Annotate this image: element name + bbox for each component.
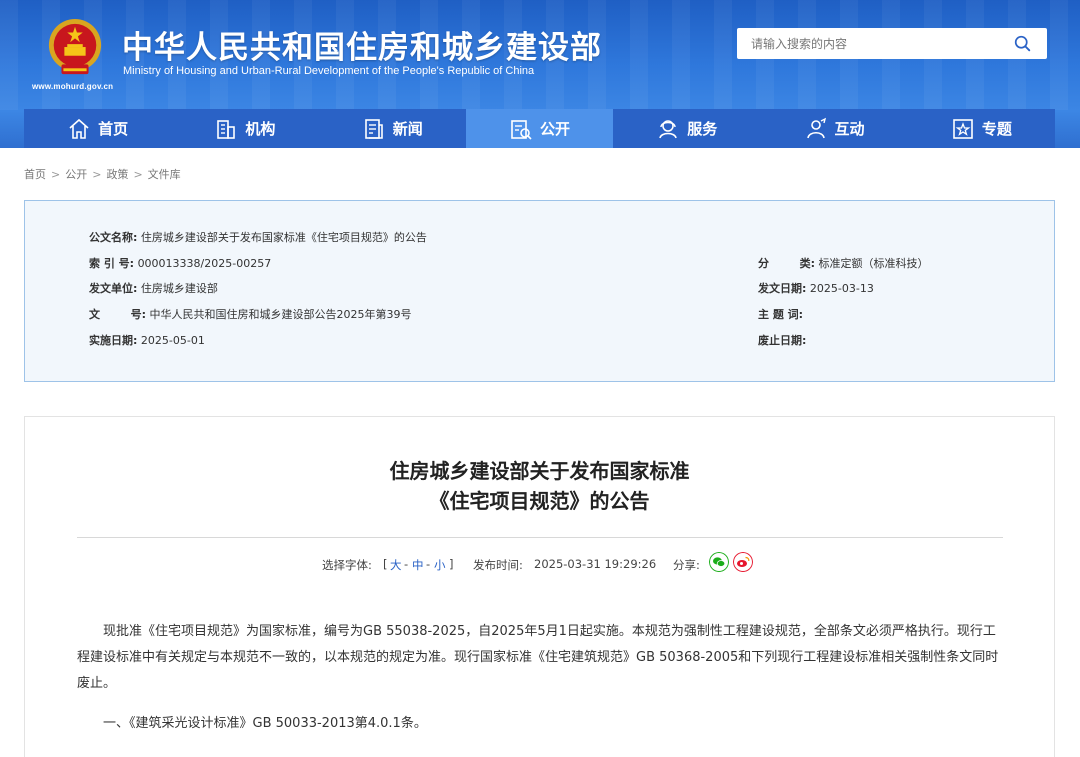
breadcrumb-file-library[interactable]: 文件库 <box>148 168 181 181</box>
breadcrumb-disclosure[interactable]: 公开 <box>65 168 87 181</box>
bracket-open: [ <box>383 557 388 571</box>
site-url: www.mohurd.gov.cn <box>32 82 114 91</box>
nav-label: 首页 <box>98 120 129 138</box>
info-issuer: 发文单位: 住房城乡建设部 <box>89 280 218 296</box>
weibo-share-icon[interactable] <box>733 552 753 572</box>
breadcrumb-policy[interactable]: 政策 <box>106 168 128 181</box>
info-category: 分 类: 标准定额（标准科技） <box>758 255 929 271</box>
topic-icon <box>953 118 973 139</box>
interaction-icon <box>806 117 826 138</box>
share-label: 分享: <box>673 558 700 572</box>
nav-label: 机构 <box>245 120 276 138</box>
wechat-share-icon[interactable] <box>709 552 729 572</box>
nav-item-topic[interactable]: 专题 <box>908 109 1055 148</box>
article-divider <box>77 537 1003 538</box>
info-abolish-date: 废止日期: <box>758 332 806 348</box>
breadcrumb-separator-icon: > <box>92 168 102 181</box>
nav-item-interaction[interactable]: 互动 <box>760 109 907 148</box>
font-dash: - <box>426 557 431 571</box>
info-effective-date: 实施日期: 2025-05-01 <box>89 332 205 348</box>
article-title-line2: 《住宅项目规范》的公告 <box>429 489 650 513</box>
info-value: 2025-03-13 <box>809 282 874 295</box>
service-icon <box>659 119 678 138</box>
info-value: 000013338/2025-00257 <box>137 257 272 270</box>
nav-item-news[interactable]: 新闻 <box>319 109 466 148</box>
nav-label: 专题 <box>981 120 1012 138</box>
info-value: 住房城乡建设部关于发布国家标准《住宅项目规范》的公告 <box>140 231 427 244</box>
info-doc-name: 公文名称: 住房城乡建设部关于发布国家标准《住宅项目规范》的公告 <box>89 229 427 245</box>
breadcrumb-separator-icon: > <box>133 168 143 181</box>
home-icon <box>69 118 89 139</box>
article-paragraph: 一、《建筑采光设计标准》GB 50033-2013第4.0.1条。 <box>103 716 427 731</box>
bracket-close: ] <box>449 557 454 571</box>
article-panel: 住房城乡建设部关于发布国家标准 《住宅项目规范》的公告 选择字体: [ 大 - … <box>24 416 1055 757</box>
nav-label: 公开 <box>539 120 570 138</box>
info-label: 文 号: <box>89 308 147 321</box>
info-label: 主 题 词: <box>758 308 804 321</box>
info-label: 索 引 号: <box>89 257 135 270</box>
info-value: 住房城乡建设部 <box>140 282 218 295</box>
info-label: 实施日期: <box>89 334 138 347</box>
breadcrumb: 首页 > 公开 > 政策 > 文件库 <box>24 166 181 182</box>
news-icon <box>364 118 383 139</box>
font-dash: - <box>404 557 409 571</box>
info-keywords: 主 题 词: <box>758 306 803 322</box>
search-input[interactable] <box>737 28 1011 59</box>
info-index: 索 引 号: 000013338/2025-00257 <box>89 255 271 271</box>
info-label: 公文名称: <box>89 231 138 244</box>
publish-time: 2025-03-31 19:29:26 <box>534 557 657 571</box>
site-subtitle: Ministry of Housing and Urban-Rural Deve… <box>123 65 535 77</box>
search-icon[interactable] <box>1014 35 1031 52</box>
font-size-label: 选择字体: <box>322 558 372 572</box>
search-box <box>737 28 1047 59</box>
breadcrumb-home[interactable]: 首页 <box>24 168 46 181</box>
info-label: 废止日期: <box>758 334 807 347</box>
breadcrumb-separator-icon: > <box>51 168 61 181</box>
nav-label: 互动 <box>834 120 865 138</box>
disclosure-icon <box>511 119 532 140</box>
font-small-link[interactable]: 小 <box>434 557 446 573</box>
document-info-panel: 公文名称: 住房城乡建设部关于发布国家标准《住宅项目规范》的公告 索 引 号: … <box>24 200 1055 382</box>
site-title[interactable]: 中华人民共和国住房和城乡建设部 <box>122 22 602 67</box>
nav-label: 服务 <box>687 120 718 138</box>
info-label: 发文日期: <box>758 282 807 295</box>
national-emblem-icon[interactable] <box>46 18 104 78</box>
nav-item-disclosure[interactable]: 公开 <box>465 109 614 148</box>
info-value: 2025-05-01 <box>140 334 205 347</box>
publish-time-label: 发布时间: <box>473 558 523 572</box>
font-large-link[interactable]: 大 <box>390 557 402 573</box>
nav-item-organization[interactable]: 机构 <box>171 109 318 148</box>
nav-label: 新闻 <box>392 120 423 138</box>
nav-item-home[interactable]: 首页 <box>24 109 171 148</box>
info-label: 发文单位: <box>89 282 138 295</box>
font-medium-link[interactable]: 中 <box>412 557 424 573</box>
info-label: 分 类: <box>758 257 816 270</box>
info-value: 标准定额（标准科技） <box>818 257 929 270</box>
article-paragraph: 现批准《住宅项目规范》为国家标准，编号为GB 55038-2025，自2025年… <box>77 624 999 691</box>
main-nav: 首页 机构 新闻 公开 服务 互动 专题 <box>24 109 1055 148</box>
nav-item-service[interactable]: 服务 <box>613 109 760 148</box>
info-issue-date: 发文日期: 2025-03-13 <box>758 280 874 296</box>
info-doc-number: 文 号: 中华人民共和国住房和城乡建设部公告2025年第39号 <box>89 306 412 322</box>
building-icon <box>217 119 236 139</box>
article-title-line1: 住房城乡建设部关于发布国家标准 <box>389 459 690 483</box>
info-value: 中华人民共和国住房和城乡建设部公告2025年第39号 <box>149 308 412 321</box>
